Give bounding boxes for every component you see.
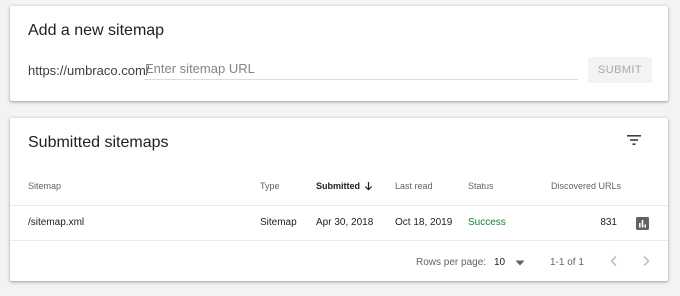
pagination-range: 1-1 of 1 — [550, 257, 584, 268]
cell-status: Success — [468, 217, 506, 228]
column-header-sitemap[interactable]: Sitemap — [28, 181, 61, 191]
arrow-down-icon — [364, 182, 373, 191]
column-header-type[interactable]: Type — [260, 181, 280, 191]
add-sitemap-title: Add a new sitemap — [28, 22, 165, 39]
filter-list-icon[interactable] — [626, 133, 642, 147]
column-header-last-read[interactable]: Last read — [395, 181, 433, 191]
bar-chart-icon[interactable] — [636, 217, 649, 230]
submitted-sitemaps-title: Submitted sitemaps — [28, 134, 169, 151]
chevron-right-icon[interactable] — [638, 253, 654, 269]
sitemap-url-input[interactable] — [144, 58, 578, 80]
caret-down-icon[interactable] — [515, 260, 525, 266]
submit-button[interactable]: SUBMIT — [588, 57, 652, 83]
cell-type: Sitemap — [260, 217, 297, 228]
add-sitemap-card: Add a new sitemap https://umbraco.com/ S… — [10, 6, 668, 101]
cell-discovered-urls: 831 — [600, 217, 617, 228]
column-header-submitted-label: Submitted — [316, 181, 360, 191]
cell-sitemap: /sitemap.xml — [28, 217, 85, 228]
domain-prefix: https://umbraco.com/ — [28, 63, 150, 78]
chevron-left-icon[interactable] — [606, 253, 622, 269]
column-header-submitted[interactable]: Submitted — [316, 181, 373, 191]
header-divider — [10, 205, 668, 206]
rows-per-page-value[interactable]: 10 — [494, 257, 505, 268]
row-divider — [10, 240, 668, 241]
cell-last-read: Oct 18, 2019 — [395, 217, 453, 228]
column-header-status[interactable]: Status — [468, 181, 494, 191]
rows-per-page-label: Rows per page: — [416, 257, 487, 268]
cell-submitted: Apr 30, 2018 — [316, 217, 374, 228]
submitted-sitemaps-card: Submitted sitemaps Sitemap Type Submitte… — [10, 118, 668, 281]
column-header-discovered-urls[interactable]: Discovered URLs — [551, 181, 621, 191]
